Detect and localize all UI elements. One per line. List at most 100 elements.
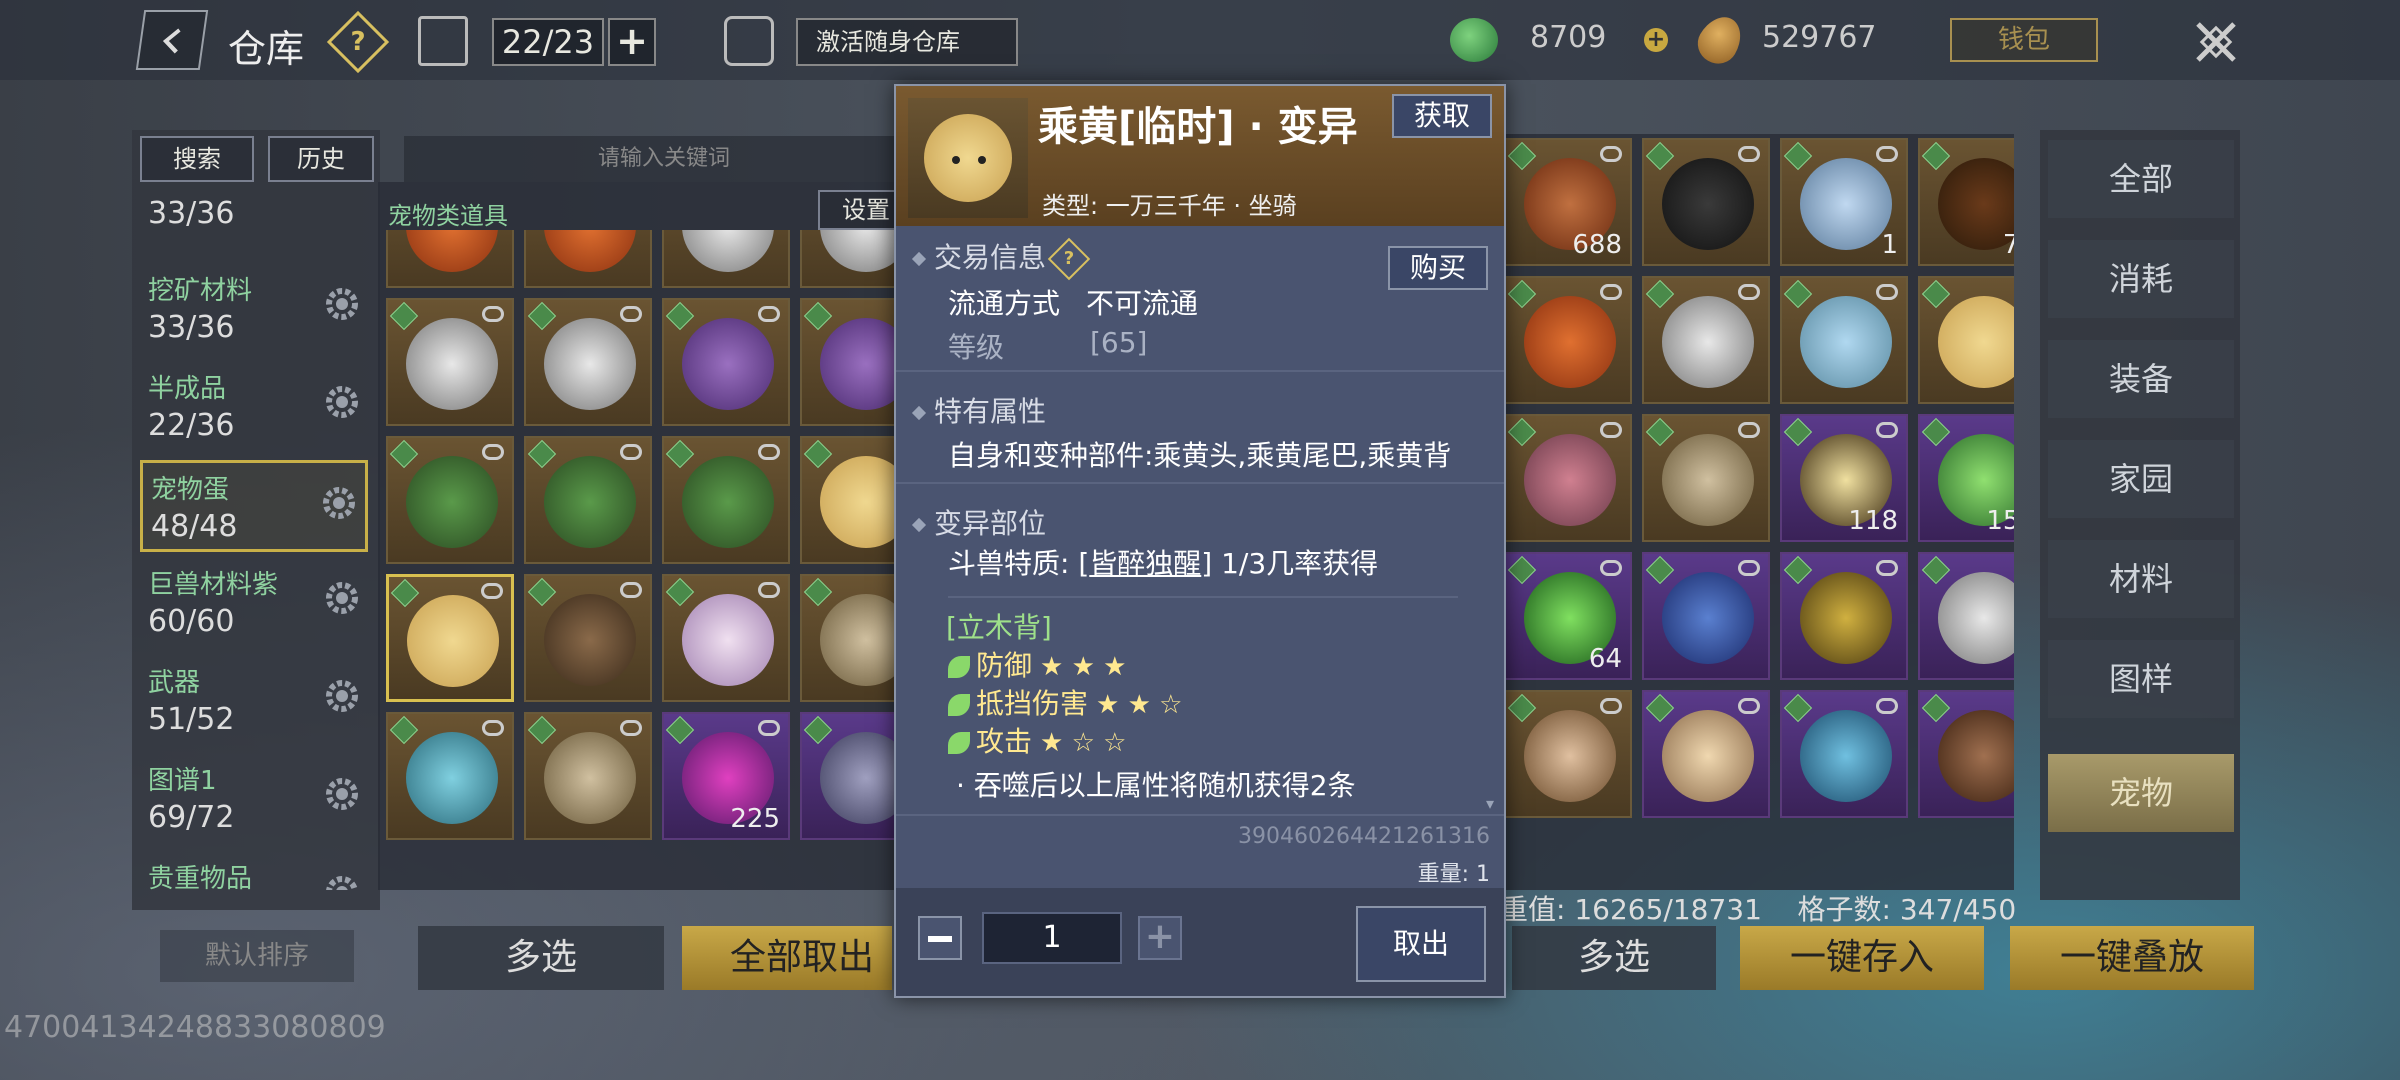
- item-slot[interactable]: [1780, 690, 1908, 818]
- item-slot[interactable]: [524, 712, 652, 840]
- rarity-tag-icon: [1783, 279, 1813, 309]
- item-slot[interactable]: [1504, 690, 1632, 818]
- back-button[interactable]: [135, 10, 209, 70]
- deposit-all-button[interactable]: 一键存入: [1740, 926, 1984, 990]
- item-slot[interactable]: [1918, 552, 2014, 680]
- item-slot[interactable]: [524, 436, 652, 564]
- item-slot[interactable]: [1504, 414, 1632, 542]
- item-slot[interactable]: 64: [1504, 552, 1632, 680]
- multi-select-button[interactable]: 多选: [418, 926, 664, 990]
- help-icon: ?: [1063, 248, 1075, 269]
- item-slot[interactable]: [800, 436, 898, 564]
- item-slot[interactable]: 118: [1780, 414, 1908, 542]
- item-slot[interactable]: 74: [1918, 138, 2014, 266]
- item-slot[interactable]: [662, 574, 790, 702]
- level-value: [65]: [1090, 326, 1148, 359]
- category-item-weapon[interactable]: 武器 51/52: [140, 656, 368, 748]
- tab-home[interactable]: 家园: [2048, 440, 2234, 518]
- take-out-button[interactable]: 取出: [1356, 906, 1486, 982]
- item-count: 154: [1986, 506, 2014, 536]
- category-item-valuables[interactable]: 贵重物品: [140, 852, 368, 890]
- category-item-blueprint[interactable]: 图谱1 69/72: [140, 754, 368, 846]
- gear-icon[interactable]: [322, 774, 362, 814]
- item-slot[interactable]: [386, 298, 514, 426]
- item-art: [544, 318, 636, 410]
- item-slot[interactable]: [386, 230, 514, 288]
- add-currency-button[interactable]: +: [1644, 28, 1668, 52]
- gear-icon[interactable]: [322, 676, 362, 716]
- item-icon: [908, 98, 1028, 218]
- item-slot[interactable]: [662, 436, 790, 564]
- tab-material[interactable]: 材料: [2048, 540, 2234, 618]
- item-art: [1800, 710, 1892, 802]
- gear-icon[interactable]: [322, 872, 362, 890]
- item-slot[interactable]: [1642, 276, 1770, 404]
- item-slot[interactable]: [524, 298, 652, 426]
- item-slot[interactable]: [1780, 552, 1908, 680]
- wallet-button[interactable]: 钱包: [1950, 18, 2098, 62]
- item-slot[interactable]: [386, 574, 514, 702]
- multi-select-button-right[interactable]: 多选: [1512, 926, 1716, 990]
- search-input[interactable]: 请输入关键词: [404, 136, 924, 182]
- rarity-tag-icon: [1921, 279, 1951, 309]
- item-slot[interactable]: [524, 574, 652, 702]
- trait-link[interactable]: 皆醉独醒: [1089, 547, 1201, 580]
- category-item-pet-egg[interactable]: 宠物蛋 48/48: [140, 460, 368, 552]
- camera-icon[interactable]: [724, 16, 774, 66]
- item-slot[interactable]: [800, 712, 898, 840]
- item-slot[interactable]: [800, 230, 898, 288]
- default-sort-button[interactable]: 默认排序: [160, 930, 354, 982]
- stack-all-button[interactable]: 一键叠放: [2010, 926, 2254, 990]
- item-slot[interactable]: 1: [1780, 138, 1908, 266]
- item-slot[interactable]: [1642, 690, 1770, 818]
- item-slot[interactable]: [1918, 276, 2014, 404]
- item-slot[interactable]: [386, 436, 514, 564]
- gear-icon[interactable]: [319, 483, 359, 523]
- activate-portable-warehouse-button[interactable]: 激活随身仓库: [796, 18, 1018, 66]
- item-slot[interactable]: [1918, 690, 2014, 818]
- trade-help-button[interactable]: ?: [1047, 237, 1091, 281]
- item-slot[interactable]: 688: [1504, 138, 1632, 266]
- tab-pattern[interactable]: 图样: [2048, 640, 2234, 718]
- item-slot[interactable]: [800, 298, 898, 426]
- item-slot[interactable]: [524, 230, 652, 288]
- buy-button[interactable]: 购买: [1388, 246, 1488, 290]
- history-button[interactable]: 历史: [268, 136, 374, 182]
- expand-capacity-button[interactable]: +: [608, 18, 656, 66]
- item-slot[interactable]: 154: [1918, 414, 2014, 542]
- item-slot[interactable]: [1642, 138, 1770, 266]
- item-slot[interactable]: 225: [662, 712, 790, 840]
- item-slot[interactable]: [662, 230, 790, 288]
- category-item[interactable]: 33/36: [140, 190, 368, 242]
- quantity-plus-button[interactable]: +: [1138, 916, 1182, 960]
- gear-icon[interactable]: [322, 578, 362, 618]
- section-title: 特有属性: [934, 395, 1047, 428]
- category-item-semifinished[interactable]: 半成品 22/36: [140, 362, 368, 454]
- item-slot[interactable]: [1504, 276, 1632, 404]
- category-item-beast-material[interactable]: 巨兽材料紫 60/60: [140, 558, 368, 650]
- item-slot[interactable]: [662, 298, 790, 426]
- item-slot[interactable]: [1780, 276, 1908, 404]
- item-slot[interactable]: [800, 574, 898, 702]
- scroll-down-icon[interactable]: ▾: [1486, 794, 1494, 813]
- category-item-mining[interactable]: 挖矿材料 33/36: [140, 264, 368, 356]
- item-slot[interactable]: [386, 712, 514, 840]
- search-button[interactable]: 搜索: [140, 136, 254, 182]
- tab-pet[interactable]: 宠物: [2048, 754, 2234, 832]
- bind-icon: [620, 306, 642, 322]
- tab-consumable[interactable]: 消耗: [2048, 240, 2234, 318]
- bind-icon: [758, 444, 780, 460]
- item-art: [820, 230, 898, 272]
- quantity-input[interactable]: 1: [982, 912, 1122, 964]
- close-button[interactable]: [2184, 10, 2248, 74]
- item-slot[interactable]: [1642, 552, 1770, 680]
- take-all-button[interactable]: 全部取出: [682, 926, 892, 990]
- item-slot[interactable]: [1642, 414, 1770, 542]
- quantity-minus-button[interactable]: [918, 916, 962, 960]
- gear-icon[interactable]: [322, 284, 362, 324]
- tab-equipment[interactable]: 装备: [2048, 340, 2234, 418]
- gear-icon[interactable]: [322, 382, 362, 422]
- get-button[interactable]: 获取: [1392, 94, 1492, 138]
- settings-button[interactable]: 设置: [818, 190, 898, 230]
- tab-all[interactable]: 全部: [2048, 140, 2234, 218]
